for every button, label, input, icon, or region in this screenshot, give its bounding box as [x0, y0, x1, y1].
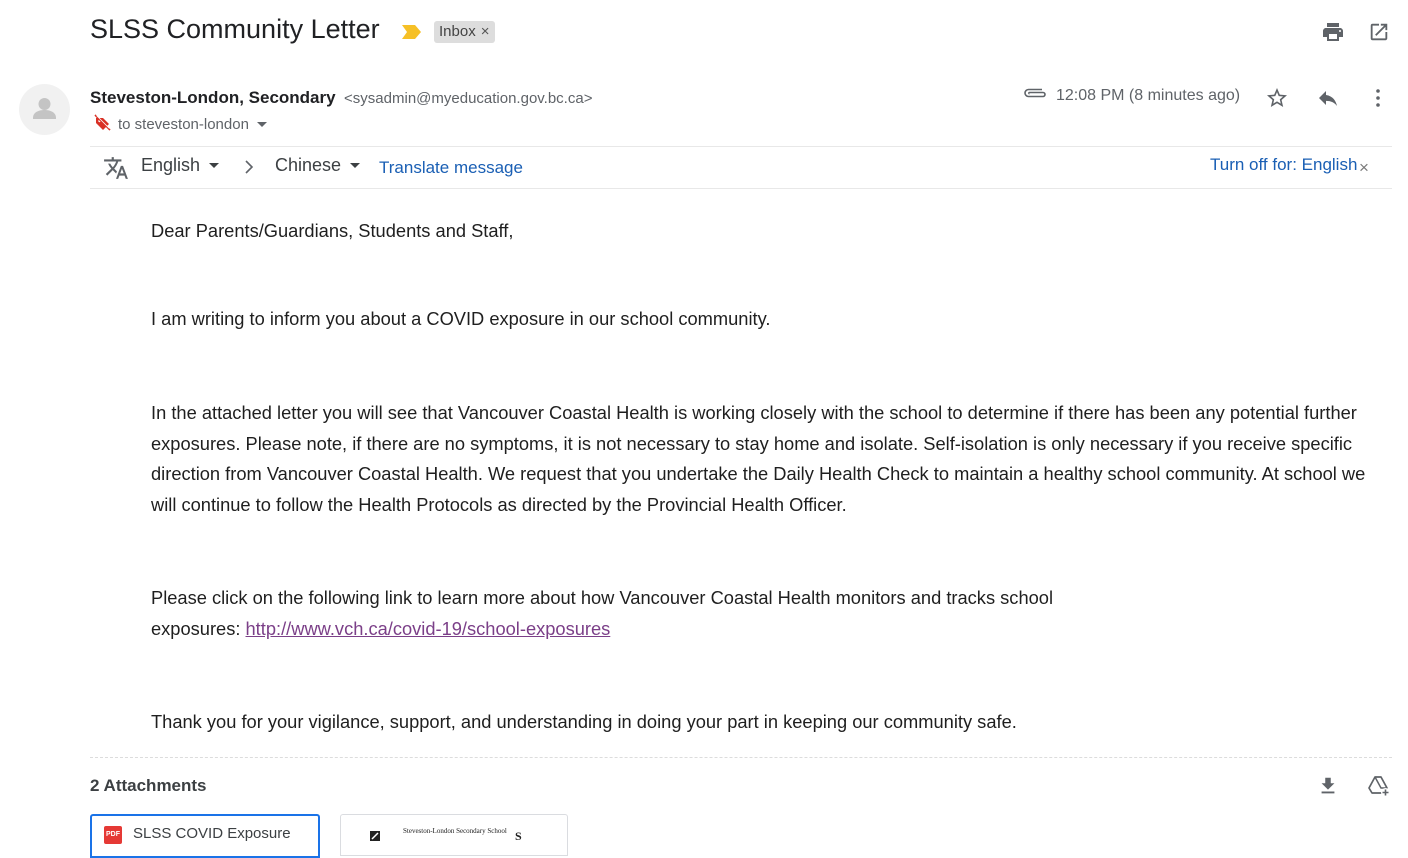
attachment-name: SLSS COVID Exposure — [133, 825, 291, 842]
body-paragraph-3: Please click on the following link to le… — [151, 583, 1396, 644]
star-icon[interactable] — [1263, 84, 1291, 112]
default-avatar-icon — [33, 98, 56, 119]
add-to-drive-icon[interactable] — [1365, 772, 1393, 800]
attachments-divider — [90, 757, 1392, 758]
body-paragraph-2: In the attached letter you will see that… — [151, 402, 1366, 515]
school-crest-icon — [370, 831, 380, 841]
print-icon[interactable] — [1320, 19, 1346, 45]
show-details-caret-icon[interactable] — [256, 122, 267, 127]
pdf-icon: PDF — [104, 826, 122, 844]
source-language-label: English — [141, 155, 201, 175]
body-paragraph-3-prefix: exposures: — [151, 617, 246, 639]
target-language-caret-icon — [350, 163, 361, 168]
target-language-select[interactable]: Chinese — [275, 155, 361, 176]
chevron-right-icon — [243, 159, 255, 180]
target-language-label: Chinese — [275, 155, 342, 175]
school-exposures-link[interactable]: http://www.vch.ca/covid-19/school-exposu… — [246, 618, 611, 639]
translate-message-link[interactable]: Translate message — [379, 158, 523, 178]
attachments-title: 2 Attachments — [90, 776, 207, 795]
sender-name[interactable]: Steveston-London, Secondary — [90, 88, 336, 107]
message-timestamp: 12:08 PM (8 minutes ago) — [1056, 86, 1241, 104]
recipient-row: to steveston-london — [94, 114, 267, 135]
body-paragraph-3-line-1: Please click on the following link to le… — [151, 587, 1054, 608]
sender-line: Steveston-London, Secondary <sysadmin@my… — [90, 88, 592, 108]
message-meta: 12:08 PM (8 minutes ago) — [1022, 86, 1240, 105]
sender-email: <sysadmin@myeducation.gov.bc.ca> — [344, 90, 593, 107]
paperclip-icon — [1022, 86, 1048, 105]
turn-off-translation-link[interactable]: Turn off for: English — [1210, 155, 1357, 175]
open-in-new-window-icon[interactable] — [1366, 19, 1392, 45]
inbox-label-chip: Inbox × — [434, 21, 496, 43]
more-vert-icon[interactable] — [1364, 84, 1392, 112]
email-subject: SLSS Community Letter — [90, 14, 380, 44]
attachment-card-document[interactable]: Steveston-London Secondary School S — [340, 814, 568, 856]
body-greeting: Dear Parents/Guardians, Students and Sta… — [151, 220, 514, 241]
confidential-tag-icon — [94, 114, 111, 135]
reply-icon[interactable] — [1314, 84, 1342, 112]
source-language-caret-icon — [209, 163, 220, 168]
important-marker-icon[interactable] — [402, 24, 422, 45]
attachment-card-pdf[interactable]: PDF SLSS COVID Exposure — [90, 814, 320, 858]
body-paragraph-1: I am writing to inform you about a COVID… — [151, 308, 771, 329]
download-icon[interactable] — [1314, 772, 1342, 800]
close-translate-bar-button[interactable]: × — [1359, 158, 1369, 178]
body-paragraph-4: Thank you for your vigilance, support, a… — [151, 711, 1017, 732]
remove-label-button[interactable]: × — [481, 23, 490, 40]
inbox-label-text: Inbox — [439, 23, 476, 40]
sender-avatar[interactable] — [19, 84, 70, 135]
attachment-preview-title: Steveston-London Secondary School — [403, 827, 507, 835]
translate-icon — [103, 155, 129, 186]
source-language-select[interactable]: English — [141, 155, 220, 176]
recipient-text: to steveston-london — [118, 116, 249, 133]
